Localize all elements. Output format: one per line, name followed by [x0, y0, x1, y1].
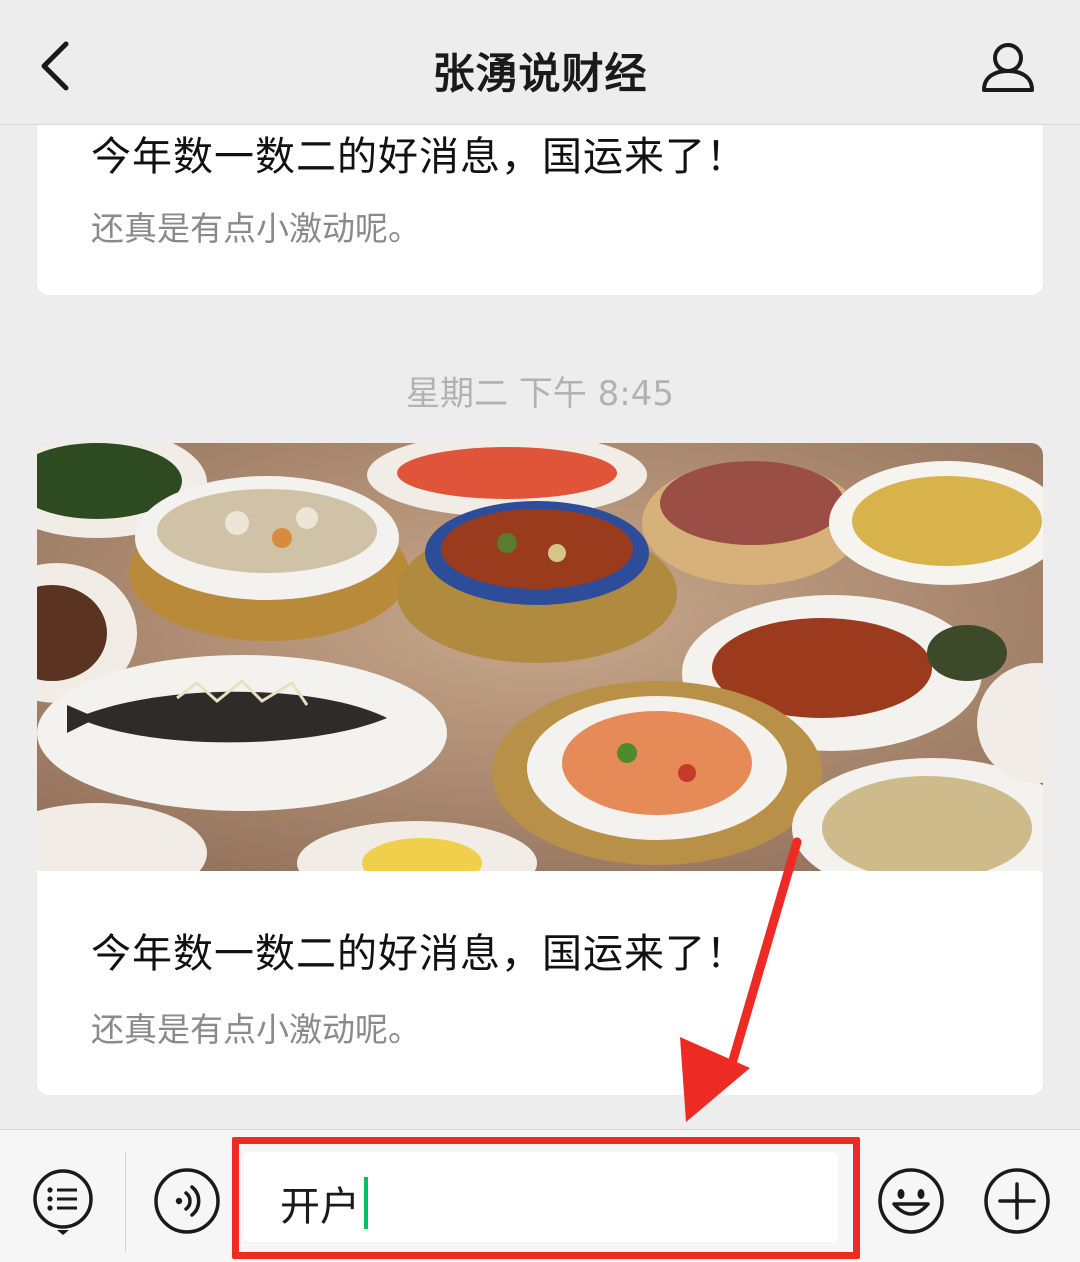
more-options-button[interactable] — [982, 1166, 1052, 1236]
voice-icon — [154, 1168, 220, 1234]
page-title: 张湧说财经 — [432, 49, 648, 98]
message-input[interactable]: 开户 — [244, 1152, 838, 1242]
article-card[interactable]: 今年数一数二的好消息，国运来了！ 还真是有点小激动呢。 — [37, 100, 1043, 295]
emoji-button[interactable] — [876, 1166, 946, 1236]
voice-button[interactable] — [152, 1166, 222, 1236]
menu-toggle-button[interactable] — [30, 1166, 96, 1236]
person-icon — [982, 43, 1034, 92]
profile-button[interactable] — [976, 38, 1040, 98]
input-text: 开户 — [280, 1184, 360, 1230]
article-title: 今年数一数二的好消息，国运来了！ — [91, 931, 747, 977]
article-summary: 还真是有点小激动呢。 — [91, 209, 421, 248]
text-cursor — [364, 1177, 368, 1229]
message-timestamp: 星期二 下午 8:45 — [406, 374, 674, 414]
plus-icon — [984, 1168, 1050, 1234]
article-card[interactable]: 今年数一数二的好消息，国运来了！ 还真是有点小激动呢。 — [37, 443, 1043, 1095]
article-cover-image — [37, 443, 1043, 871]
top-navigation-bar: 张湧说财经 — [0, 0, 1080, 125]
chat-input-bar: 开户 — [0, 1129, 1080, 1262]
article-summary: 还真是有点小激动呢。 — [91, 1010, 421, 1049]
divider — [125, 1152, 126, 1252]
smiley-icon — [878, 1168, 944, 1234]
article-title: 今年数一数二的好消息，国运来了！ — [91, 134, 747, 180]
menu-list-icon — [33, 1169, 93, 1235]
